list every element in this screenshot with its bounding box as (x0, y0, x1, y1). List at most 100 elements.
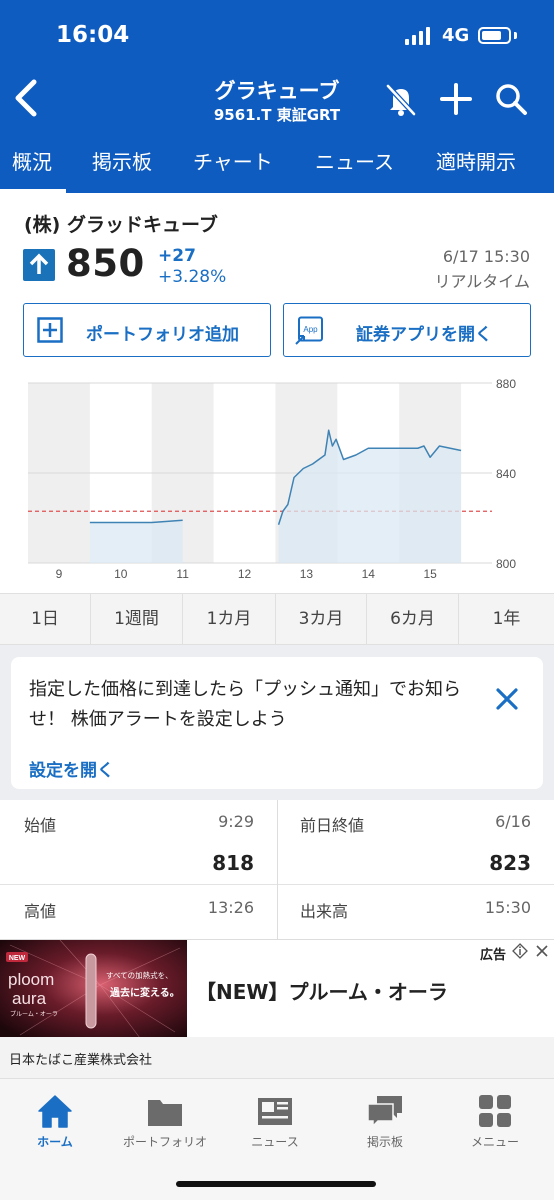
add-button[interactable] (439, 82, 473, 116)
x-tick-label: 11 (176, 567, 189, 581)
open-settings-link[interactable]: 設定を開く (29, 756, 114, 781)
period-1m[interactable]: 1カ月 (183, 594, 276, 644)
alert-toggle-button[interactable] (383, 81, 419, 117)
price-change-percent: +3.28% (158, 267, 227, 287)
ad-advertiser-bar: 日本たばこ産業株式会社 (0, 1037, 554, 1078)
x-tick-label: 13 (300, 567, 314, 581)
period-selector: 1日 1週間 1カ月 3カ月 6カ月 1年 (0, 593, 554, 645)
ad-image[interactable]: NEW ploom aura プルーム・オーラ すべての加熱式を、 過去に変える… (0, 940, 187, 1038)
open-label: 始値 (24, 816, 57, 835)
home-indicator (176, 1181, 376, 1187)
realtime-label: リアルタイム (434, 272, 530, 291)
news-icon (258, 1098, 292, 1125)
x-tick-label: 12 (238, 567, 252, 581)
tab-news[interactable]: ニュース (315, 146, 394, 175)
ad-image-brand-top: ploom (8, 970, 54, 989)
close-icon (496, 688, 518, 710)
app-header: 16:04 4G グラキューブ 9561.T 東証GRT 概況 掲示板 チャート… (0, 0, 554, 193)
price-change: +27 (158, 246, 196, 266)
app-launch-icon: App (295, 316, 323, 345)
arrow-up-icon (29, 253, 49, 274)
tab-board[interactable]: 掲示板 (92, 146, 152, 175)
period-3m[interactable]: 3カ月 (276, 594, 367, 644)
battery-icon (478, 27, 511, 44)
current-price: 850 (66, 242, 145, 285)
price-alert-card: 指定した価格に到達したら「プッシュ通知」でお知らせ！ 株価アラートを設定しよう … (11, 657, 543, 789)
ad-label: 広告 (480, 948, 507, 963)
tab-disclosure[interactable]: 適時開示 (436, 146, 516, 175)
ad-image-brand-bottom: aura (12, 989, 47, 1008)
period-1w[interactable]: 1週間 (91, 594, 183, 644)
folder-icon (148, 1100, 182, 1126)
volume-time: 15:30 (484, 898, 531, 917)
nav-news-label: ニュース (251, 1135, 299, 1149)
tab-chart[interactable]: チャート (193, 146, 273, 175)
x-tick-label: 9 (56, 567, 63, 581)
ad-advertiser: 日本たばこ産業株式会社 (9, 1053, 153, 1068)
nav-board[interactable]: 掲示板 (330, 1079, 440, 1169)
company-name: (株) グラッドキューブ (24, 214, 218, 236)
high-time: 13:26 (207, 898, 254, 917)
plus-square-icon (37, 317, 63, 343)
quote-timestamp: 6/17 15:30 (442, 247, 530, 266)
signal-icon (405, 27, 435, 45)
y-tick-label: 840 (496, 467, 516, 481)
nav-home-label: ホーム (37, 1135, 73, 1149)
ad-banner[interactable]: NEW ploom aura プルーム・オーラ すべての加熱式を、 過去に変える… (0, 939, 554, 1038)
ad-image-brand-sub: プルーム・オーラ (10, 1011, 58, 1018)
ad-image-copy-1: すべての加熱式を、 (106, 970, 173, 980)
app-icon-text: App (303, 325, 318, 334)
open-app-label: 証券アプリを開く (356, 325, 492, 345)
grid-icon (479, 1095, 511, 1127)
search-button[interactable] (494, 82, 528, 116)
price-area-fill (89, 520, 183, 563)
network-label: 4G (442, 25, 470, 46)
ad-title[interactable]: 【NEW】プルーム・オーラ (196, 976, 448, 1005)
direction-badge (23, 249, 55, 281)
prev-close-label: 前日終値 (300, 816, 365, 835)
x-tick-label: 10 (114, 567, 128, 581)
x-tick-label: 14 (362, 567, 376, 581)
y-tick-label: 880 (496, 377, 516, 391)
prev-close-date: 6/16 (495, 812, 531, 831)
close-alert-button[interactable] (495, 687, 519, 715)
period-6m[interactable]: 6カ月 (367, 594, 459, 644)
chat-icon (367, 1096, 402, 1128)
battery-level (482, 31, 501, 40)
intraday-chart[interactable]: 800 840 880 9 10 11 12 13 14 15 (0, 368, 554, 590)
open-value: 818 (212, 851, 254, 875)
battery-cap (514, 32, 517, 39)
nav-board-label: 掲示板 (366, 1135, 403, 1149)
add-portfolio-label: ポートフォリオ追加 (86, 325, 239, 345)
nav-news[interactable]: ニュース (220, 1079, 330, 1169)
stats-column-divider (277, 800, 278, 940)
period-1d[interactable]: 1日 (0, 594, 91, 644)
plus-icon (440, 83, 472, 115)
ad-image-badge: NEW (9, 955, 26, 962)
nav-menu-label: メニュー (470, 1135, 519, 1149)
open-time: 9:29 (218, 812, 254, 831)
period-1y[interactable]: 1年 (459, 594, 554, 644)
tab-overview[interactable]: 概況 (12, 146, 52, 175)
y-tick-label: 800 (496, 557, 516, 571)
x-tick-label: 15 (423, 567, 437, 581)
open-securities-app-button[interactable]: App 証券アプリを開く (283, 303, 531, 357)
nav-home[interactable]: ホーム (0, 1079, 110, 1169)
status-time: 16:04 (56, 22, 130, 48)
alert-promo-area: 指定した価格に到達したら「プッシュ通知」でお知らせ！ 株価アラートを設定しよう … (0, 645, 554, 800)
nav-menu[interactable]: メニュー (440, 1079, 550, 1169)
prev-close-value: 823 (489, 851, 531, 875)
volume-label: 出来高 (300, 902, 349, 921)
high-label: 高値 (24, 902, 57, 921)
add-portfolio-button[interactable]: ポートフォリオ追加 (23, 303, 271, 357)
alert-message: 指定した価格に到達したら「プッシュ通知」でお知らせ！ 株価アラートを設定しよう (29, 679, 461, 730)
ad-info-icon[interactable] (512, 943, 528, 959)
ad-image-copy-2: 過去に変える。 (109, 986, 180, 999)
active-tab-indicator (0, 189, 66, 193)
nav-portfolio-label: ポートフォリオ (122, 1135, 207, 1149)
ad-close-icon[interactable] (535, 944, 549, 958)
search-icon (496, 84, 527, 115)
bell-slash-icon (386, 84, 416, 116)
nav-portfolio[interactable]: ポートフォリオ (110, 1079, 220, 1169)
home-icon (38, 1095, 72, 1128)
